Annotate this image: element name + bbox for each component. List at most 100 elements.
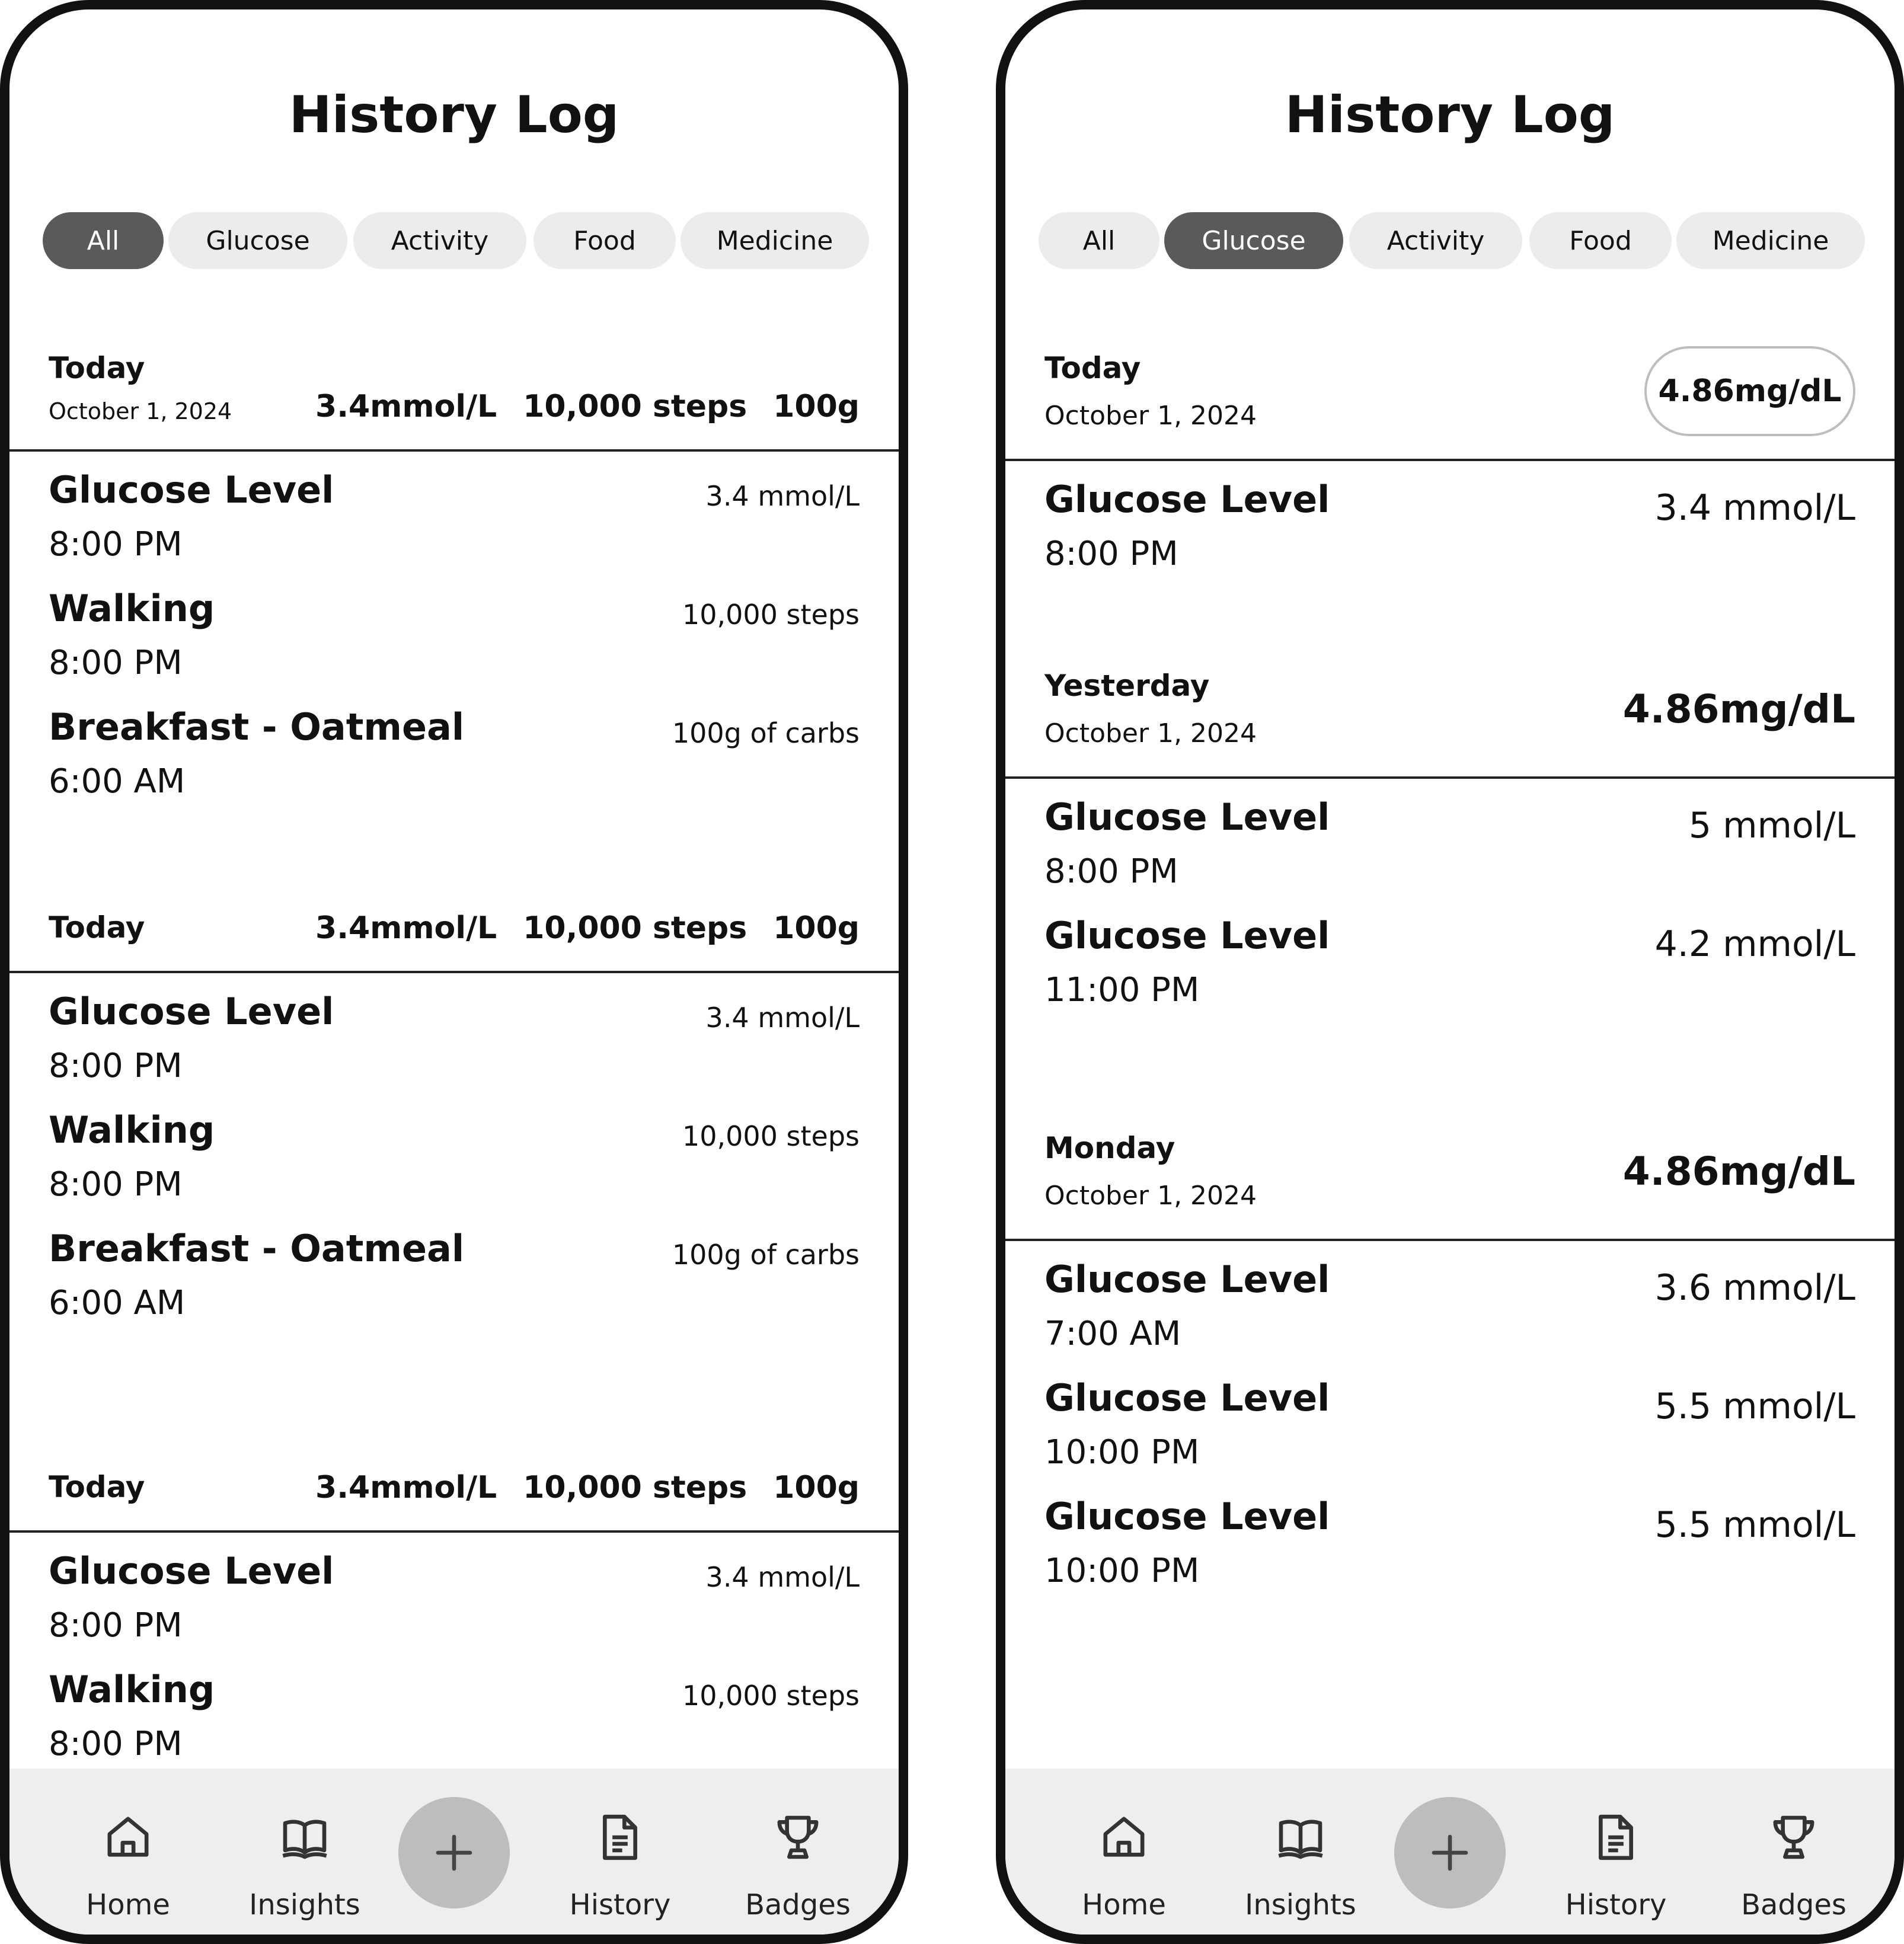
entry-time: 8:00 PM	[49, 525, 183, 564]
section-divider	[1005, 776, 1895, 779]
entry-value: 3.6 mmol/L	[1654, 1267, 1855, 1309]
nav-home[interactable]: Home	[57, 1769, 199, 1935]
filter-chip-medicine[interactable]: Medicine	[1676, 212, 1865, 269]
filter-chip-activity[interactable]: Activity	[353, 212, 526, 269]
plus-icon	[1432, 1834, 1468, 1871]
nav-history[interactable]: History	[549, 1769, 691, 1935]
summary-carbs: 100g	[773, 910, 860, 946]
summary-steps: 10,000 steps	[523, 1470, 747, 1505]
entry-value: 5.5 mmol/L	[1654, 1504, 1855, 1546]
book-icon	[282, 1820, 327, 1859]
entry-time: 8:00 PM	[1044, 535, 1178, 573]
document-icon	[603, 1814, 637, 1860]
entry-time: 6:00 AM	[49, 1284, 186, 1322]
section-divider	[9, 971, 899, 973]
trophy-icon	[1773, 1815, 1814, 1859]
entry-time: 8:00 PM	[1044, 852, 1178, 891]
add-entry-button[interactable]	[398, 1797, 510, 1908]
entry-value: 4.2 mmol/L	[1654, 923, 1855, 965]
entry-title[interactable]: Walking	[49, 1668, 215, 1711]
entry-time: 8:00 PM	[49, 644, 183, 682]
nav-label: Home	[86, 1888, 170, 1921]
section-date: October 1, 2024	[1044, 401, 1257, 431]
entry-title[interactable]: Glucose Level	[1044, 1376, 1330, 1419]
section-divider	[1005, 1239, 1895, 1241]
entry-title[interactable]: Glucose Level	[49, 990, 334, 1033]
section-date: October 1, 2024	[49, 398, 232, 424]
filter-chip-food[interactable]: Food	[533, 212, 676, 269]
entry-time: 10:00 PM	[1044, 1433, 1200, 1472]
nav-insights[interactable]: Insights	[234, 1769, 376, 1935]
section-date: October 1, 2024	[1044, 718, 1257, 749]
section-divider	[9, 1530, 899, 1533]
section-summary: 3.4mmol/L 10,000 steps 100g	[315, 910, 860, 946]
filter-chip-activity[interactable]: Activity	[1349, 212, 1522, 269]
summary-steps: 10,000 steps	[523, 389, 747, 424]
average-badge: 4.86mg/dL	[1644, 346, 1855, 436]
add-entry-button[interactable]	[1394, 1797, 1506, 1908]
entry-value: 3.4 mmol/L	[705, 1561, 860, 1593]
entry-time: 8:00 PM	[49, 1165, 183, 1204]
entry-title[interactable]: Breakfast - Oatmeal	[49, 1227, 464, 1270]
section-day-label: Today	[49, 351, 145, 385]
section-divider	[9, 449, 899, 452]
entry-time: 10:00 PM	[1044, 1552, 1200, 1590]
summary-steps: 10,000 steps	[523, 910, 747, 946]
filter-chip-all[interactable]: All	[1039, 212, 1159, 269]
phone-screen-all: History Log All Glucose Activity Food Me…	[0, 0, 908, 1944]
bottom-nav: Home Insights History Badges	[1005, 1769, 1895, 1935]
nav-label: Home	[1082, 1888, 1166, 1921]
entry-title[interactable]: Glucose Level	[1044, 478, 1330, 521]
entry-value: 100g of carbs	[672, 717, 860, 749]
summary-carbs: 100g	[773, 1470, 860, 1505]
nav-label: Badges	[745, 1888, 851, 1921]
document-icon	[1599, 1814, 1633, 1860]
section-divider	[1005, 459, 1895, 461]
filter-chip-all[interactable]: All	[43, 212, 164, 269]
section-summary: 3.4mmol/L 10,000 steps 100g	[315, 1470, 860, 1505]
entry-title[interactable]: Glucose Level	[49, 468, 334, 511]
entry-value: 10,000 steps	[682, 1120, 860, 1152]
entry-time: 8:00 PM	[49, 1606, 183, 1645]
nav-insights[interactable]: Insights	[1229, 1769, 1372, 1935]
entry-title[interactable]: Glucose Level	[1044, 1495, 1330, 1538]
filter-chip-medicine[interactable]: Medicine	[681, 212, 869, 269]
entry-value: 5.5 mmol/L	[1654, 1386, 1855, 1427]
summary-glucose: 3.4mmol/L	[315, 910, 497, 946]
summary-glucose: 3.4mmol/L	[315, 1470, 497, 1505]
entry-title[interactable]: Walking	[49, 1108, 215, 1152]
entry-title[interactable]: Glucose Level	[1044, 795, 1330, 839]
entry-value: 3.4 mmol/L	[705, 1002, 860, 1034]
book-icon	[1278, 1820, 1323, 1859]
filter-chip-glucose[interactable]: Glucose	[1164, 212, 1343, 269]
plus-icon	[436, 1834, 472, 1871]
average-value: 4.86mg/dL	[1622, 1149, 1855, 1194]
nav-badges[interactable]: Badges	[727, 1769, 869, 1935]
entry-title[interactable]: Walking	[49, 587, 215, 630]
entry-title[interactable]: Glucose Level	[1044, 1258, 1330, 1301]
entry-time: 6:00 AM	[49, 762, 186, 801]
entry-value: 3.4 mmol/L	[705, 480, 860, 512]
home-icon	[1103, 1817, 1145, 1857]
nav-history[interactable]: History	[1545, 1769, 1687, 1935]
filter-chip-glucose[interactable]: Glucose	[168, 212, 347, 269]
section-date: October 1, 2024	[1044, 1181, 1257, 1211]
entry-time: 8:00 PM	[49, 1725, 183, 1763]
entry-time: 8:00 PM	[49, 1047, 183, 1085]
section-day-label: Today	[49, 910, 145, 945]
summary-glucose: 3.4mmol/L	[315, 389, 497, 424]
entry-title[interactable]: Glucose Level	[1044, 914, 1330, 957]
nav-label: Badges	[1741, 1888, 1847, 1921]
nav-label: Insights	[249, 1888, 360, 1921]
entry-title[interactable]: Breakfast - Oatmeal	[49, 705, 464, 749]
entry-title[interactable]: Glucose Level	[49, 1549, 334, 1593]
page-title: History Log	[289, 85, 619, 145]
entry-value: 100g of carbs	[672, 1239, 860, 1271]
filter-chip-food[interactable]: Food	[1529, 212, 1672, 269]
entry-value: 10,000 steps	[682, 1680, 860, 1712]
nav-badges[interactable]: Badges	[1723, 1769, 1865, 1935]
page-title: History Log	[1285, 85, 1615, 145]
nav-home[interactable]: Home	[1053, 1769, 1195, 1935]
section-summary: 3.4mmol/L 10,000 steps 100g	[315, 389, 860, 424]
phone-screen-glucose: History Log All Glucose Activity Food Me…	[996, 0, 1904, 1944]
